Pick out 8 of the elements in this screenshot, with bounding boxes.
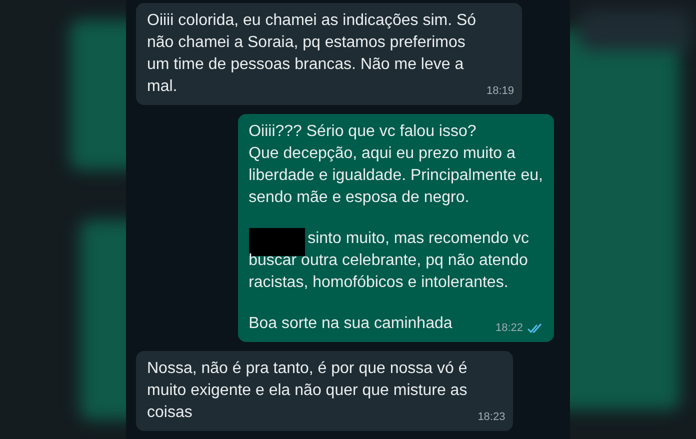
message-time: 18:23 (478, 410, 506, 425)
message-time: 18:19 (486, 84, 514, 99)
message-text: Boa sorte na sua caminhada (248, 315, 452, 332)
message-text: sinto muito, mas recomendo vc buscar outra celebrante, pq não atendo racistas, homofóbicos e intolerantes. (248, 230, 529, 291)
message-text: Oiiii colorida, eu chamei as indicações sim. Só não chamei a Soraia, pq estamos preferimos um time de pessoas brancas. Não me leve a mal. (147, 12, 476, 95)
message-time: 18:22 (495, 321, 523, 336)
message-text: Oiiii??? Sério que vc falou isso? Que decepção, aqui eu prezo muito a liberdade e igualdade. Principalmente eu, sendo mãe e esposa de negro. (248, 123, 543, 206)
message-text: Nossa, não é pra tanto, é por que nossa vó é muito exigente e ela não quer que misture as coisas (147, 360, 468, 421)
